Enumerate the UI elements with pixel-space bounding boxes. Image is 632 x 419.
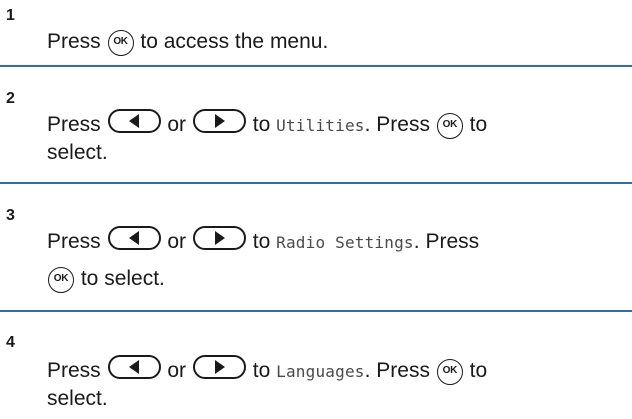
text-to: to bbox=[252, 113, 271, 136]
text-to: to bbox=[252, 359, 271, 382]
step-divider bbox=[0, 310, 632, 312]
text-press: Press bbox=[47, 113, 101, 136]
right-arrow-button-icon bbox=[192, 109, 246, 133]
text-instruction: to select. bbox=[80, 267, 165, 290]
step-text: Press or to Utilities. Press OK to bbox=[47, 109, 487, 140]
text-instruction: to access the menu. bbox=[140, 30, 329, 53]
step-divider bbox=[0, 182, 632, 184]
ok-button-icon: OK bbox=[107, 30, 134, 56]
text-to: to bbox=[469, 359, 488, 382]
left-arrow-button-icon bbox=[107, 226, 161, 250]
step-text: Press OK to access the menu. bbox=[47, 28, 328, 56]
text-press: . Press bbox=[364, 113, 430, 136]
step-text-line2: select. bbox=[47, 387, 108, 410]
step-number: 3 bbox=[6, 207, 15, 224]
menu-item-languages: Languages bbox=[276, 362, 365, 381]
text-to: to bbox=[469, 113, 488, 136]
text-press: . Press bbox=[364, 359, 430, 382]
ok-button-icon: OK bbox=[48, 267, 74, 293]
step-text-line2: OK to select. bbox=[47, 265, 165, 293]
text-or: or bbox=[167, 230, 187, 253]
menu-item-utilities: Utilities bbox=[276, 116, 365, 135]
text-press: . Press bbox=[413, 230, 480, 253]
right-arrow-button-icon bbox=[192, 355, 246, 379]
step-number: 4 bbox=[6, 334, 15, 351]
ok-button-icon: OK bbox=[436, 113, 463, 139]
step-divider bbox=[0, 65, 632, 67]
text-or: or bbox=[167, 359, 187, 382]
left-arrow-button-icon bbox=[107, 355, 161, 379]
text-press: Press bbox=[47, 359, 101, 382]
text-to: to bbox=[252, 230, 271, 253]
text-press: Press bbox=[47, 30, 101, 53]
left-arrow-button-icon bbox=[107, 109, 161, 133]
text-or: or bbox=[167, 113, 187, 136]
step-number: 2 bbox=[6, 90, 15, 107]
ok-button-icon: OK bbox=[436, 359, 463, 385]
step-text: Press or to Radio Settings. Press bbox=[47, 226, 479, 257]
step-text-line2: select. bbox=[47, 141, 108, 164]
right-arrow-button-icon bbox=[192, 226, 246, 250]
text-press: Press bbox=[47, 230, 101, 253]
menu-item-radio-settings: Radio Settings bbox=[276, 233, 414, 252]
step-text: Press or to Languages. Press OK to bbox=[47, 355, 487, 386]
step-number: 1 bbox=[6, 7, 15, 24]
